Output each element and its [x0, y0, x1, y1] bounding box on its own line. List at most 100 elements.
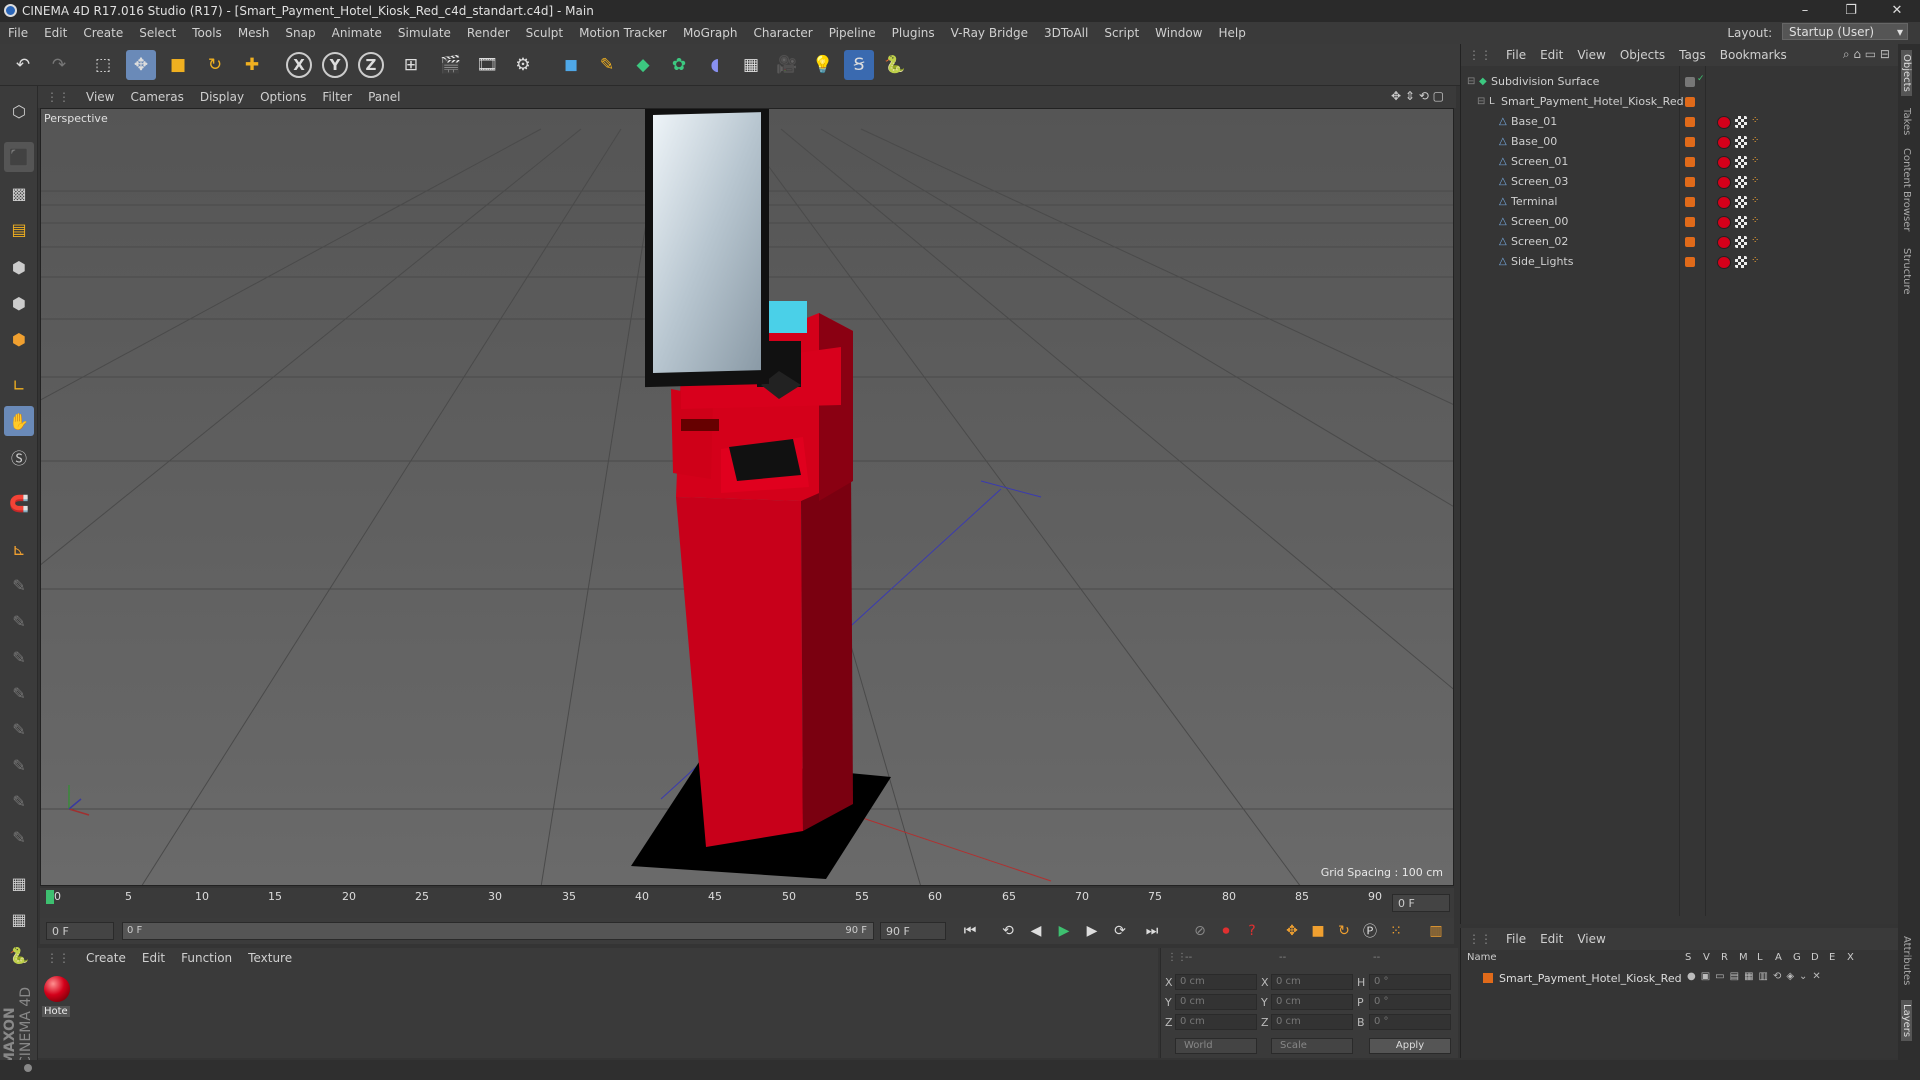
- sculpt-mask-icon[interactable]: ✎: [4, 822, 34, 852]
- uvw-tag-icon[interactable]: [1735, 216, 1747, 228]
- position-y-field[interactable]: 0 cm: [1175, 994, 1257, 1010]
- uvw-tag-icon[interactable]: [1735, 156, 1747, 168]
- selection-tag-icon[interactable]: ⁘: [1751, 175, 1759, 186]
- material-slot[interactable]: [42, 974, 72, 1004]
- selection-tag-icon[interactable]: ⁘: [1751, 195, 1759, 206]
- sculpt-pull-icon[interactable]: ✎: [4, 606, 34, 636]
- sculpt-grab-icon[interactable]: ✎: [4, 750, 34, 780]
- key-position-icon[interactable]: ✥: [1280, 920, 1304, 942]
- rotate-icon[interactable]: ↻: [200, 50, 230, 80]
- viewport-menu-options[interactable]: Options: [252, 86, 314, 108]
- menu-animate[interactable]: Animate: [324, 22, 390, 44]
- material-tag-icon[interactable]: [1717, 176, 1731, 189]
- tab-content-browser[interactable]: Content Browser: [1901, 148, 1912, 231]
- menu-pipeline[interactable]: Pipeline: [821, 22, 884, 44]
- layer-color-icon[interactable]: [1685, 157, 1695, 167]
- enable-snap-icon[interactable]: 🧲: [4, 488, 34, 518]
- viewport-menu-filter[interactable]: Filter: [314, 86, 360, 108]
- undo-icon[interactable]: ↶: [8, 50, 38, 80]
- recent-tool-icon[interactable]: ✚: [237, 50, 267, 80]
- 3d-viewport[interactable]: Grid Spacing : 100 cm: [40, 108, 1454, 886]
- move-icon[interactable]: ✥: [126, 50, 156, 80]
- sculpt-pinch-icon[interactable]: ✎: [4, 786, 34, 816]
- make-editable-icon[interactable]: ⬡: [4, 96, 34, 126]
- viewport-menu-cameras[interactable]: Cameras: [122, 86, 191, 108]
- viewport-menu-display[interactable]: Display: [192, 86, 252, 108]
- sculpt-inflate-icon[interactable]: ✎: [4, 714, 34, 744]
- selection-tag-icon[interactable]: ⁘: [1751, 135, 1759, 146]
- go-to-start-icon[interactable]: ⏮: [958, 920, 982, 942]
- lock-workplane-icon[interactable]: ▦: [4, 868, 34, 898]
- points-mode-icon[interactable]: ⬢: [4, 252, 34, 282]
- uvw-tag-icon[interactable]: [1735, 196, 1747, 208]
- layer-toggle-icons[interactable]: ●▣▭▤▦▥⟲◈⌄✕: [1687, 971, 1826, 982]
- material-tag-icon[interactable]: [1717, 256, 1731, 269]
- light-icon[interactable]: 💡: [808, 50, 838, 80]
- subdivision-surface-icon[interactable]: ◆: [628, 50, 658, 80]
- tweak-mode-icon[interactable]: ✋: [4, 406, 34, 436]
- next-key-icon[interactable]: ⟳: [1108, 920, 1132, 942]
- rotation-h-field[interactable]: 0 °: [1369, 974, 1451, 990]
- menu-snap[interactable]: Snap: [277, 22, 323, 44]
- material-tag-icon[interactable]: [1717, 236, 1731, 249]
- menu-select[interactable]: Select: [131, 22, 184, 44]
- python-icon[interactable]: 🐍: [880, 50, 910, 80]
- key-scale-icon[interactable]: ■: [1306, 920, 1330, 942]
- material-menu-function[interactable]: Function: [173, 948, 240, 968]
- previous-key-icon[interactable]: ⟲: [996, 920, 1020, 942]
- texture-mode-icon[interactable]: ▩: [4, 178, 34, 208]
- close-button[interactable]: ✕: [1874, 0, 1920, 22]
- world-coordinates-icon[interactable]: ⊞: [396, 50, 426, 80]
- material-tag-icon[interactable]: [1717, 136, 1731, 149]
- object-row-screen-03[interactable]: △ Screen_03 ⁘: [1461, 172, 1899, 192]
- viewport-menu-panel[interactable]: Panel: [360, 86, 408, 108]
- material-tag-icon[interactable]: [1717, 196, 1731, 209]
- menu-character[interactable]: Character: [745, 22, 820, 44]
- tab-takes[interactable]: Takes: [1901, 108, 1912, 135]
- menu-mograph[interactable]: MoGraph: [675, 22, 746, 44]
- selection-tag-icon[interactable]: ⁘: [1751, 215, 1759, 226]
- quantize-icon[interactable]: ⊾: [4, 534, 34, 564]
- layer-menu-file[interactable]: File: [1499, 928, 1533, 950]
- material-menu-edit[interactable]: Edit: [134, 948, 173, 968]
- deformer-icon[interactable]: ◖: [700, 50, 730, 80]
- playhead-marker[interactable]: [46, 890, 54, 904]
- menu-render[interactable]: Render: [459, 22, 518, 44]
- object-menu-objects[interactable]: Objects: [1613, 44, 1672, 66]
- next-frame-icon[interactable]: ▶: [1080, 920, 1104, 942]
- edges-mode-icon[interactable]: ⬢: [4, 288, 34, 318]
- rotation-p-field[interactable]: 0 °: [1369, 994, 1451, 1010]
- viewport-nav-icons[interactable]: ✥ ⇕ ⟲ ▢: [1391, 89, 1444, 103]
- key-pla-icon[interactable]: ⁙: [1384, 920, 1408, 942]
- layer-color-icon[interactable]: [1685, 237, 1695, 247]
- menu-vray-bridge[interactable]: V-Ray Bridge: [943, 22, 1036, 44]
- enabled-check-icon[interactable]: ✓: [1697, 74, 1705, 84]
- object-row-screen-02[interactable]: △ Screen_02 ⁘: [1461, 232, 1899, 252]
- uvw-tag-icon[interactable]: [1735, 256, 1747, 268]
- uvw-tag-icon[interactable]: [1735, 136, 1747, 148]
- axis-mode-icon[interactable]: ∟: [4, 370, 34, 400]
- layer-color-icon[interactable]: [1685, 217, 1695, 227]
- layer-color-icon[interactable]: [1483, 973, 1493, 983]
- object-row-side-lights[interactable]: △ Side_Lights ⁘: [1461, 252, 1899, 272]
- coordinate-system-dropdown[interactable]: World: [1175, 1038, 1257, 1054]
- vray-icon[interactable]: Ꞩ: [844, 50, 874, 80]
- layer-color-icon[interactable]: [1685, 257, 1695, 267]
- uvw-tag-icon[interactable]: [1735, 116, 1747, 128]
- menu-window[interactable]: Window: [1147, 22, 1210, 44]
- rotation-b-field[interactable]: 0 °: [1369, 1014, 1451, 1030]
- tab-layers[interactable]: Layers: [1901, 1000, 1912, 1042]
- start-frame-field[interactable]: 0 F: [46, 922, 114, 940]
- autokey-icon[interactable]: ?: [1240, 920, 1264, 942]
- minimize-button[interactable]: –: [1782, 0, 1828, 22]
- range-slider[interactable]: 0 F 90 F: [122, 922, 874, 940]
- layer-menu-view[interactable]: View: [1570, 928, 1612, 950]
- render-view-icon[interactable]: 🎬: [436, 50, 466, 80]
- position-x-field[interactable]: 0 cm: [1175, 974, 1257, 990]
- sculpt-flatten-icon[interactable]: ✎: [4, 678, 34, 708]
- object-menu-edit[interactable]: Edit: [1533, 44, 1570, 66]
- selection-tag-icon[interactable]: ⁘: [1751, 115, 1759, 126]
- selection-tag-icon[interactable]: ⁘: [1751, 255, 1759, 266]
- object-row-terminal[interactable]: △ Terminal ⁘: [1461, 192, 1899, 212]
- menu-tools[interactable]: Tools: [184, 22, 230, 44]
